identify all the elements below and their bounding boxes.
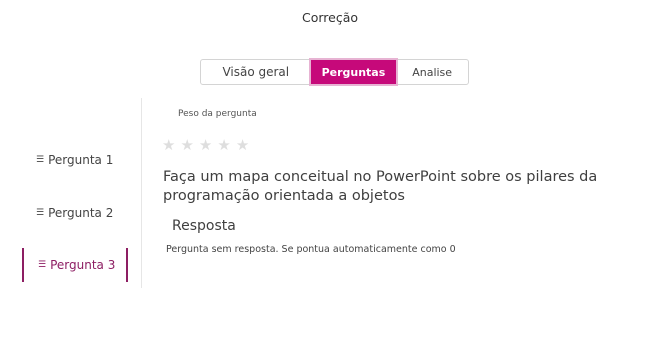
- star-icon[interactable]: ★: [180, 136, 198, 154]
- star-rating: ★★★★★: [162, 136, 254, 154]
- sidebar-divider: [141, 98, 142, 288]
- star-icon[interactable]: ★: [236, 136, 254, 154]
- tab-perguntas[interactable]: Perguntas: [310, 60, 397, 84]
- answer-title: Resposta: [172, 218, 236, 234]
- sidebar-item-pergunta-3[interactable]: ☰ Pergunta 3: [22, 248, 128, 282]
- tab-analise[interactable]: Analise: [396, 60, 468, 84]
- layers-icon: ☰: [38, 260, 47, 270]
- star-icon[interactable]: ★: [162, 136, 180, 154]
- question-weight-label: Peso da pergunta: [178, 109, 257, 119]
- star-icon[interactable]: ★: [199, 136, 217, 154]
- sidebar-item-pergunta-2[interactable]: ☰ Pergunta 2: [22, 196, 128, 230]
- layers-icon: ☰: [36, 155, 45, 165]
- answer-text: Pergunta sem resposta. Se pontua automat…: [166, 244, 456, 255]
- sidebar-item-label: Pergunta 3: [50, 258, 116, 272]
- tab-bar: Visão geral Perguntas Analise: [200, 59, 469, 85]
- layers-icon: ☰: [36, 208, 45, 218]
- tab-visao-geral[interactable]: Visão geral: [201, 60, 311, 84]
- page-title: Correção: [301, 10, 359, 25]
- sidebar-item-label: Pergunta 2: [48, 206, 114, 220]
- star-icon[interactable]: ★: [217, 136, 235, 154]
- sidebar-item-pergunta-1[interactable]: ☰ Pergunta 1: [22, 143, 128, 177]
- sidebar-item-label: Pergunta 1: [48, 153, 114, 167]
- question-text: Faça um mapa conceitual no PowerPoint so…: [163, 169, 598, 204]
